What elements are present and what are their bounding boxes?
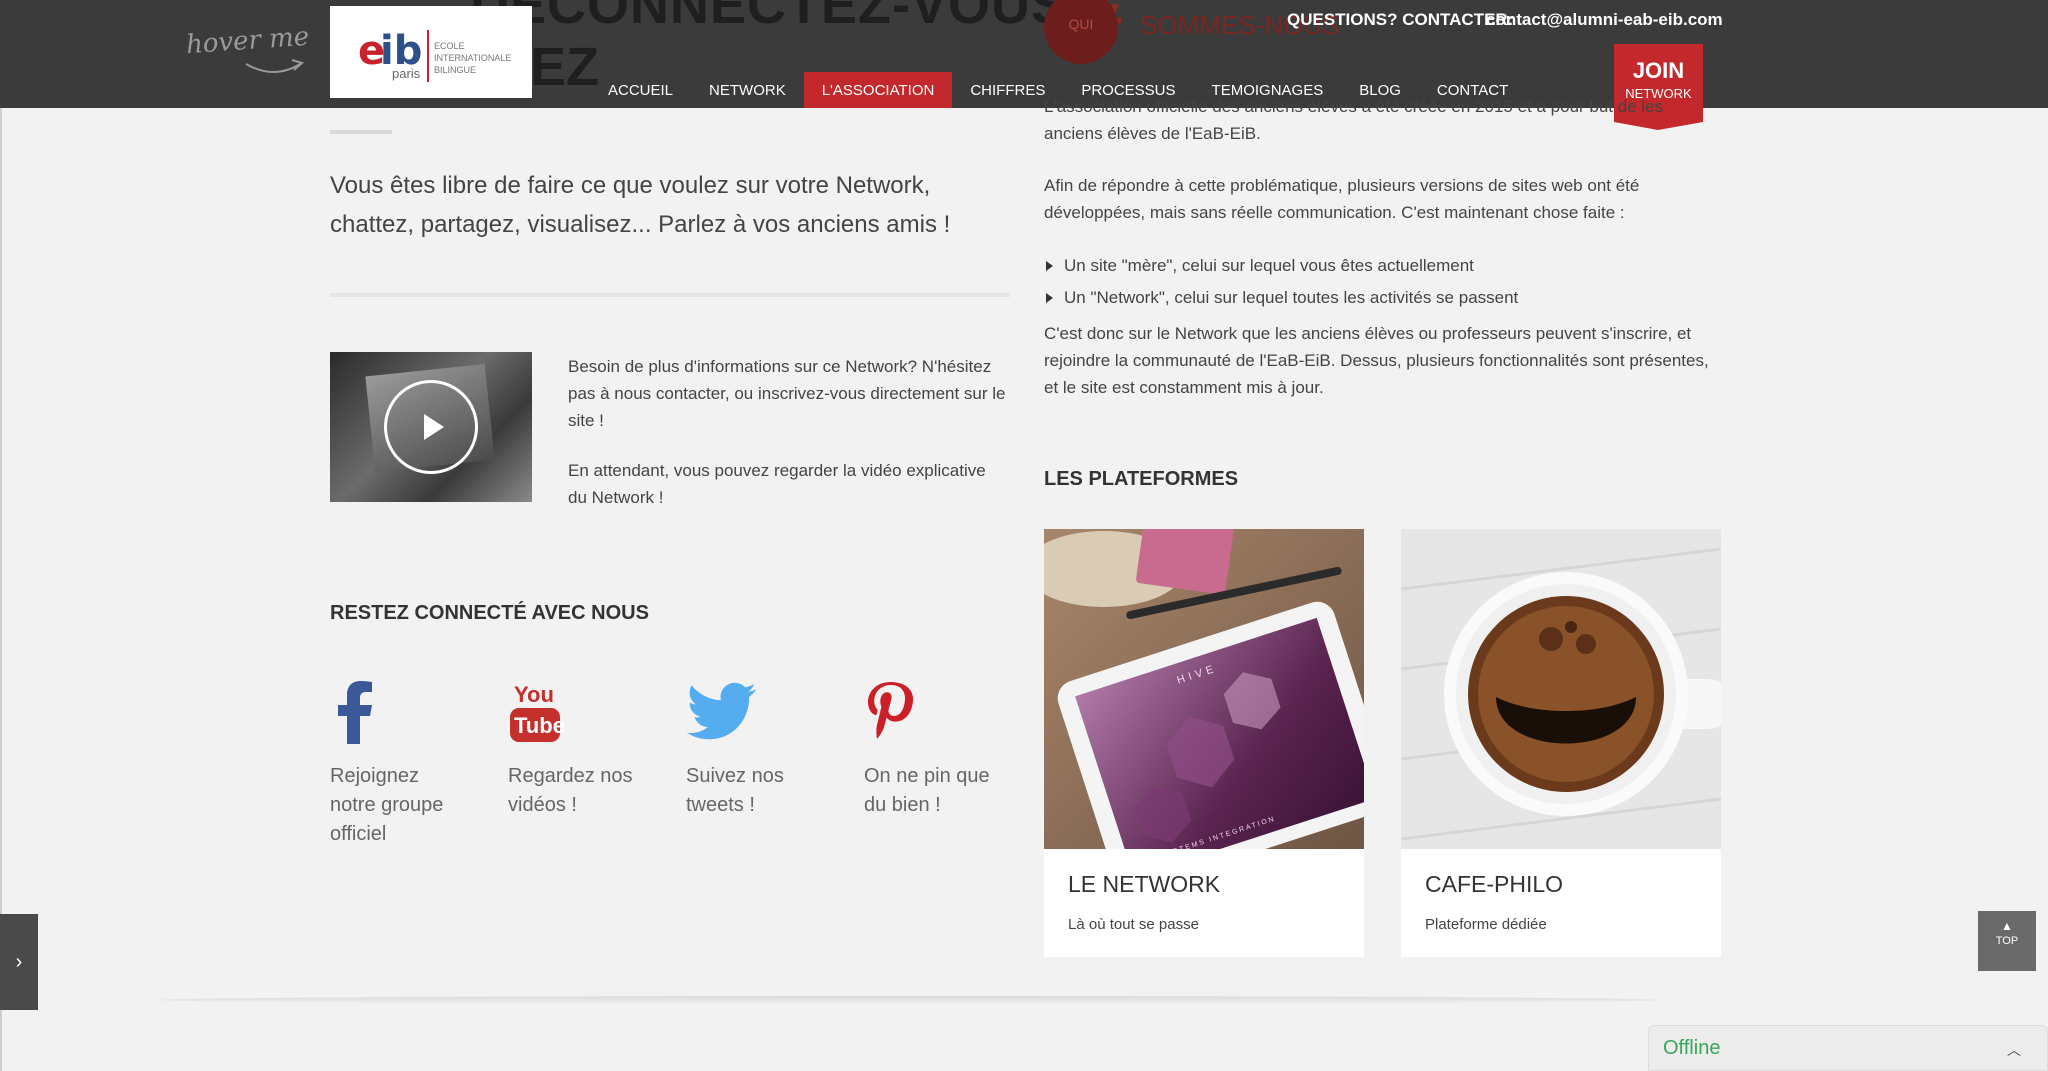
background-hero-title: DECONNECTEZ-VOUS & (470, 0, 1124, 36)
platform-card-cafe-philo[interactable]: CAFE-PHILO Plateforme dédiée (1401, 529, 1721, 957)
bullet-item-site-mere: Un site "mère", celui sur lequel vous êt… (1044, 250, 1724, 282)
chat-status-text: Offline (1663, 1037, 1721, 1059)
background-circle-badge (1044, 0, 1118, 64)
short-divider (330, 130, 392, 134)
pinterest-icon[interactable] (864, 680, 916, 746)
network-card-title: LE NETWORK (1068, 871, 1221, 897)
back-to-top-button[interactable]: ▲ TOP (1978, 911, 2036, 971)
association-paragraph-2: Afin de répondre à cette problématique, … (1044, 176, 1640, 222)
platforms-heading: LES PLATEFORMES (1044, 468, 1239, 490)
arrow-up-icon: ▲ (2001, 919, 2013, 933)
logo-city: paris (392, 66, 421, 81)
background-hero-title-text: DECONNECTEZ-VOUS (470, 0, 1069, 35)
nav-network[interactable]: NETWORK (691, 72, 804, 108)
youtube-icon[interactable]: You Tube (508, 680, 564, 746)
background-hero-title-line2: EZ (530, 37, 600, 97)
association-paragraph-3: C'est donc sur le Network que les ancien… (1044, 324, 1709, 397)
section-divider (330, 293, 1010, 297)
logo-divider (427, 30, 429, 82)
cafe-card-title: CAFE-PHILO (1425, 871, 1564, 897)
cafe-card-subtitle: Plateforme dédiée (1425, 916, 1547, 933)
pinterest-caption: On ne pin que du bien ! (864, 765, 990, 816)
background-circle-text: QUI (1068, 16, 1094, 32)
nav-accueil[interactable]: ACCUEIL (590, 72, 691, 108)
info-paragraph-2: En attendant, vous pouvez regarder la vi… (568, 461, 986, 507)
lead-text: Vous êtes libre de faire ce que voulez s… (330, 172, 951, 238)
video-thumbnail[interactable] (330, 352, 532, 502)
network-card-subtitle: Là où tout se passe (1068, 916, 1199, 933)
nav-association[interactable]: L'ASSOCIATION (803, 72, 953, 108)
site-header: DECONNECTEZ-VOUS & EZ QUI SOMMES-NOUS ho… (0, 0, 2048, 108)
chevron-up-icon[interactable]: ︿ (2007, 1040, 2021, 1060)
facebook-caption: Rejoignez notre groupe officiel (330, 765, 444, 845)
social-heading: RESTEZ CONNECTÉ AVEC NOUS (330, 602, 649, 624)
questions-label: QUESTIONS? CONTACTER: (1287, 10, 1514, 29)
svg-text:You: You (514, 682, 554, 707)
facebook-icon[interactable] (330, 680, 378, 746)
logo-school-line3: BILINGUE (434, 65, 477, 75)
curved-arrow-icon (245, 59, 305, 73)
eib-logo[interactable]: e ib paris ECOLE INTERNATIONALE BILINGUE (330, 6, 532, 98)
play-triangle-icon (424, 414, 444, 440)
logo-school-line2: INTERNATIONALE (434, 53, 512, 63)
platform-bullet-list: Un site "mère", celui sur lequel vous êt… (1044, 250, 1724, 314)
svg-text:Tube: Tube (514, 713, 564, 738)
info-paragraph-1: Besoin de plus d'informations sur ce Net… (568, 357, 1006, 430)
chevron-right-icon: › (15, 950, 23, 973)
side-panel-toggle[interactable]: › (0, 914, 38, 1010)
back-to-top-label: TOP (1995, 935, 2019, 947)
bullet-item-network: Un "Network", celui sur lequel toutes le… (1044, 282, 1724, 314)
contact-email-link[interactable]: contact@alumni-eab-eib.com (1486, 10, 1723, 30)
logo-school-name: ECOLE INTERNATIONALE BILINGUE (434, 40, 511, 76)
platform-card-network[interactable]: HIVE SYSTEMS INTEGRATION LE NETWORK Là o… (1044, 529, 1364, 957)
coffee-cup-illustration (1401, 529, 1721, 849)
join-title: JOIN (1632, 58, 1685, 83)
twitter-caption: Suivez nos tweets ! (686, 765, 784, 816)
cafe-card-image (1401, 529, 1721, 849)
chat-widget-bar[interactable]: Offline ︿ (1648, 1025, 2048, 1071)
tablet-desk-illustration: HIVE SYSTEMS INTEGRATION (1044, 529, 1364, 849)
association-intro: L'association officielle des anciens élè… (1044, 97, 1664, 143)
network-card-image: HIVE SYSTEMS INTEGRATION (1044, 529, 1364, 849)
content-bottom-shadow (160, 996, 1660, 1004)
logo-school-line1: ECOLE (434, 41, 465, 51)
twitter-icon[interactable] (686, 680, 758, 746)
youtube-caption: Regardez nos vidéos ! (508, 765, 633, 816)
